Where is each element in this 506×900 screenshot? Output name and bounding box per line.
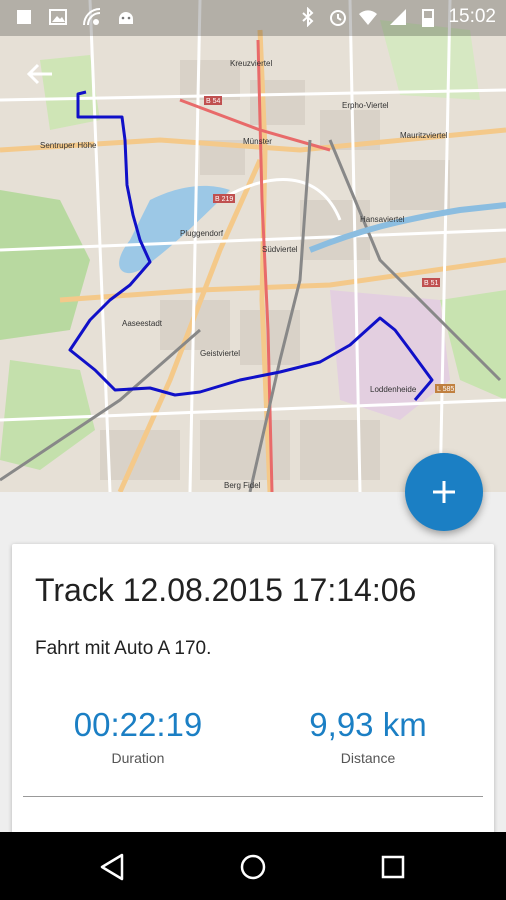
square-recents-icon [381, 855, 405, 879]
duration-value: 00:22:19 [73, 706, 203, 743]
map-label: Mauritzviertel [400, 131, 448, 140]
status-bar: 15:02 [0, 0, 506, 36]
distance-stat: 9,93 km Distance [253, 706, 483, 766]
track-card: Track 12.08.2015 17:14:06 Fahrt mit Auto… [12, 544, 494, 834]
track-description: Fahrt mit Auto A 170. [35, 638, 212, 659]
arrow-back-icon [26, 63, 52, 85]
status-time: 15:02 [448, 6, 496, 27]
road-label: B 219 [215, 196, 233, 203]
circle-home-icon [240, 854, 266, 880]
nav-back-button[interactable] [96, 850, 130, 884]
distance-label: Distance [340, 750, 396, 766]
map-label: Loddenheide [370, 385, 417, 394]
triangle-back-icon [100, 853, 124, 881]
duration-label: Duration [111, 750, 165, 766]
road-label: B 51 [424, 280, 439, 287]
map-view[interactable]: Kreuzviertel Münster Pluggendorf Südvier… [0, 0, 506, 492]
road-label: B 54 [206, 98, 221, 105]
map-label: Südviertel [262, 245, 298, 254]
signal-icon [390, 9, 407, 25]
back-button[interactable] [24, 58, 56, 90]
map-label: Geistviertel [200, 349, 240, 358]
image-icon [49, 9, 67, 25]
distance-value: 9,93 km [309, 706, 427, 743]
alarm-icon [330, 10, 347, 26]
notification-square-icon [17, 10, 31, 24]
map-label: Berg Fidel [224, 481, 261, 490]
wifi-hotspot-icon [83, 8, 101, 26]
nav-home-button[interactable] [236, 850, 270, 884]
navigation-bar [0, 832, 506, 900]
android-icon [119, 12, 133, 24]
duration-stat: 00:22:19 Duration [23, 706, 253, 766]
map-label: Kreuzviertel [230, 59, 272, 68]
map-label: Hansaviertel [360, 215, 405, 224]
nav-recents-button[interactable] [376, 850, 410, 884]
map-label: Münster [243, 137, 272, 146]
track-title: Track 12.08.2015 17:14:06 [35, 572, 417, 608]
plus-icon [433, 481, 455, 503]
map-label: Pluggendorf [180, 229, 224, 238]
bluetooth-icon [302, 7, 314, 27]
road-label: L 585 [437, 386, 454, 393]
map-label: Sentruper Höhe [40, 141, 97, 150]
map-label: Aaseestadt [122, 319, 163, 328]
battery-icon [422, 9, 435, 27]
divider [23, 796, 483, 797]
map-canvas: Kreuzviertel Münster Pluggendorf Südvier… [0, 0, 506, 492]
add-button[interactable] [405, 453, 483, 531]
wifi-icon [359, 10, 378, 25]
map-label: Erpho-Viertel [342, 101, 389, 110]
